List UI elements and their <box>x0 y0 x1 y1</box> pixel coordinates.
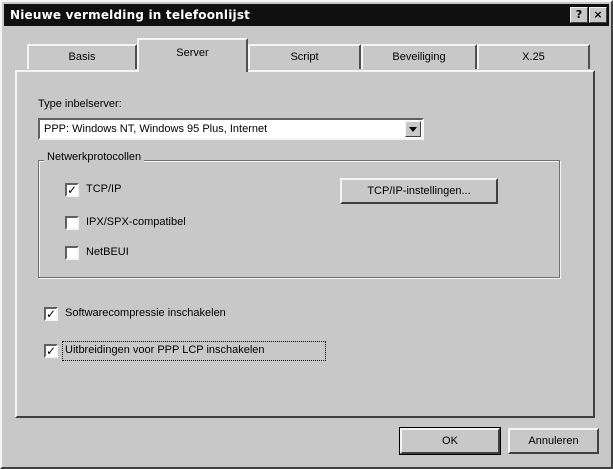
tcpip-checkbox[interactable]: ✓ <box>65 183 79 197</box>
close-button[interactable]: × <box>589 7 607 23</box>
chevron-down-icon <box>409 127 417 132</box>
network-protocols-legend: Netwerkprotocollen <box>44 151 145 163</box>
tab-script[interactable]: Script <box>248 44 361 69</box>
tab-basis[interactable]: Basis <box>27 44 137 69</box>
server-type-select[interactable]: PPP: Windows NT, Windows 95 Plus, Intern… <box>38 118 424 140</box>
tab-beveiliging[interactable]: Beveiliging <box>361 44 477 69</box>
checkmark-icon: ✓ <box>46 307 57 321</box>
netbeui-checkbox[interactable] <box>65 246 79 260</box>
server-type-value: PPP: Windows NT, Windows 95 Plus, Intern… <box>44 123 268 135</box>
ppp-lcp-checkbox[interactable]: ✓ <box>44 344 58 358</box>
tcpip-label: TCP/IP <box>86 183 122 195</box>
help-button[interactable]: ? <box>570 7 588 23</box>
ppp-lcp-label: Uitbreidingen voor PPP LCP inschakelen <box>65 344 265 356</box>
checkmark-icon: ✓ <box>67 183 78 197</box>
cancel-button[interactable]: Annuleren <box>508 428 599 454</box>
software-compression-checkbox[interactable]: ✓ <box>44 307 58 321</box>
ipxspx-checkbox[interactable] <box>65 216 79 230</box>
dropdown-arrow-button[interactable] <box>405 121 421 137</box>
tab-x25[interactable]: X.25 <box>477 44 590 69</box>
tcpip-settings-button[interactable]: TCP/IP-instellingen... <box>340 178 498 204</box>
software-compression-label: Softwarecompressie inschakelen <box>65 307 226 319</box>
tab-server[interactable]: Server <box>137 38 248 72</box>
netbeui-label: NetBEUI <box>86 246 129 258</box>
title-bar[interactable]: Nieuwe vermelding in telefoonlijst ? × <box>4 4 609 26</box>
ok-button[interactable]: OK <box>399 427 501 455</box>
server-type-label: Type inbelserver: <box>38 98 122 110</box>
window-title: Nieuwe vermelding in telefoonlijst <box>10 8 251 22</box>
checkmark-icon: ✓ <box>46 344 57 358</box>
ipxspx-label: IPX/SPX-compatibel <box>86 216 186 228</box>
